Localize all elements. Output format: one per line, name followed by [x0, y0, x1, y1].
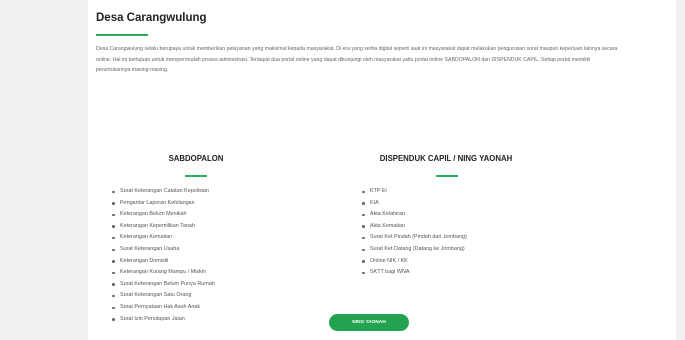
list-item: Akta Kematian: [362, 221, 596, 233]
bullet-icon: [362, 260, 365, 263]
bullet-icon: [112, 318, 115, 321]
list-item: Keterangan Belum Menikah: [112, 209, 306, 221]
list-item: Surat Ket Datang (Datang ke Jombang): [362, 244, 596, 256]
dispenduk-heading: DISPENDUK CAPIL / NING YAONAH: [379, 154, 513, 163]
list-item-label: Surat Ket Datang (Datang ke Jombang): [370, 245, 465, 252]
intro-paragraph: Desa Carangwulung selalu berupaya untuk …: [96, 46, 618, 73]
dispenduk-service-list: KTP El KIA Akta Kelahiran Akta Kematian Sura…: [362, 186, 596, 279]
list-item: Keterangan Kurang Mampu / Miskin: [112, 267, 306, 279]
list-item-label: Keterangan Kematian: [120, 234, 173, 241]
bullet-icon: [112, 213, 115, 217]
sabdopalon-heading-underline: [185, 175, 207, 177]
list-item-label: Surat Keterangan Usaha: [120, 245, 180, 252]
list-item-label: Surat Pernyataan Hak Asuh Anak: [120, 303, 201, 310]
bullet-icon: [112, 236, 115, 240]
bullet-icon: [112, 306, 115, 310]
list-item-label: Surat Izin Penutupan Jalan: [120, 315, 185, 322]
bullet-icon: [362, 225, 365, 228]
list-item: KIA: [362, 198, 596, 210]
bullet-icon: [362, 236, 365, 240]
list-item-label: Keterangan Domisili: [120, 257, 169, 264]
list-item: Surat Keterangan Catatan Kepolisian: [112, 186, 306, 198]
title-underline: [96, 34, 148, 36]
list-item: Surat Pernyataan Hak Asuh Anak: [112, 302, 306, 314]
dispenduk-column: DISPENDUK CAPIL / NING YAONAH KTP El KIA A…: [356, 154, 596, 279]
bullet-icon: [112, 283, 115, 286]
list-item-label: Surat Ket Pindah (Pindah dari Jombang): [370, 234, 467, 241]
page-title: Desa Carangwulung: [96, 12, 207, 24]
bullet-icon: [362, 213, 365, 217]
list-item-label: Pengantar Laporan Kehilangan: [120, 199, 195, 206]
bullet-icon: [112, 294, 115, 298]
bullet-icon: [112, 260, 115, 263]
list-item: Keterangan Kematian: [112, 232, 306, 244]
bullet-icon: [112, 190, 115, 194]
list-item: Keterangan Domisili: [112, 256, 306, 268]
list-item: Surat Ket Pindah (Pindah dari Jombang): [362, 232, 596, 244]
ning-yaonah-button[interactable]: NING YAONAH: [329, 314, 409, 331]
list-item: Online NIK / KK: [362, 256, 596, 268]
bullet-icon: [112, 202, 115, 205]
list-item: SKTT bagi WNA: [362, 267, 596, 279]
list-item-label: SKTT bagi WNA: [370, 269, 410, 276]
page: Desa Carangwulung Desa Carangwulung sela…: [0, 0, 685, 340]
sabdopalon-service-list: Surat Keterangan Catatan Kepolisian Penga…: [112, 186, 306, 325]
bullet-icon: [112, 271, 115, 275]
list-item-label: Keterangan Kurang Mampu / Miskin: [120, 269, 206, 276]
bullet-icon: [362, 248, 365, 252]
sabdopalon-heading: SABDOPALON: [168, 154, 224, 163]
bullet-icon: [112, 225, 115, 228]
list-item-label: Online NIK / KK: [370, 257, 408, 264]
list-item-label: Akta Kelahiran: [370, 211, 406, 218]
list-item: Surat Izin Penutupan Jalan: [112, 314, 306, 326]
list-item: Akta Kelahiran: [362, 209, 596, 221]
list-item: Keterangan Kepemilikan Tanah: [112, 221, 306, 233]
list-item-label: Surat Keterangan Belum Punya Rumah: [120, 280, 215, 287]
bullet-icon: [362, 271, 365, 275]
list-item-label: Keterangan Belum Menikah: [120, 211, 187, 218]
list-item: Surat Keterangan Satu Orang: [112, 290, 306, 302]
dispenduk-heading-underline: [436, 175, 458, 177]
bullet-icon: [362, 190, 365, 194]
list-item-label: Surat Keterangan Satu Orang: [120, 292, 192, 299]
list-item-label: Akta Kematian: [370, 222, 406, 229]
bullet-icon: [112, 248, 115, 252]
list-item-label: KIA: [370, 199, 379, 206]
list-item-label: Surat Keterangan Catatan Kepolisian: [120, 188, 210, 194]
list-item: Surat Keterangan Usaha: [112, 244, 306, 256]
list-item-label: KTP El: [370, 188, 387, 194]
list-item: Pengantar Laporan Kehilangan: [112, 198, 306, 210]
list-item-label: Keterangan Kepemilikan Tanah: [120, 222, 195, 229]
bullet-icon: [362, 202, 365, 205]
list-item: Surat Keterangan Belum Punya Rumah: [112, 279, 306, 291]
sabdopalon-column: SABDOPALON Surat Keterangan Catatan Kepo…: [106, 154, 306, 325]
list-item: KTP El: [362, 186, 596, 198]
